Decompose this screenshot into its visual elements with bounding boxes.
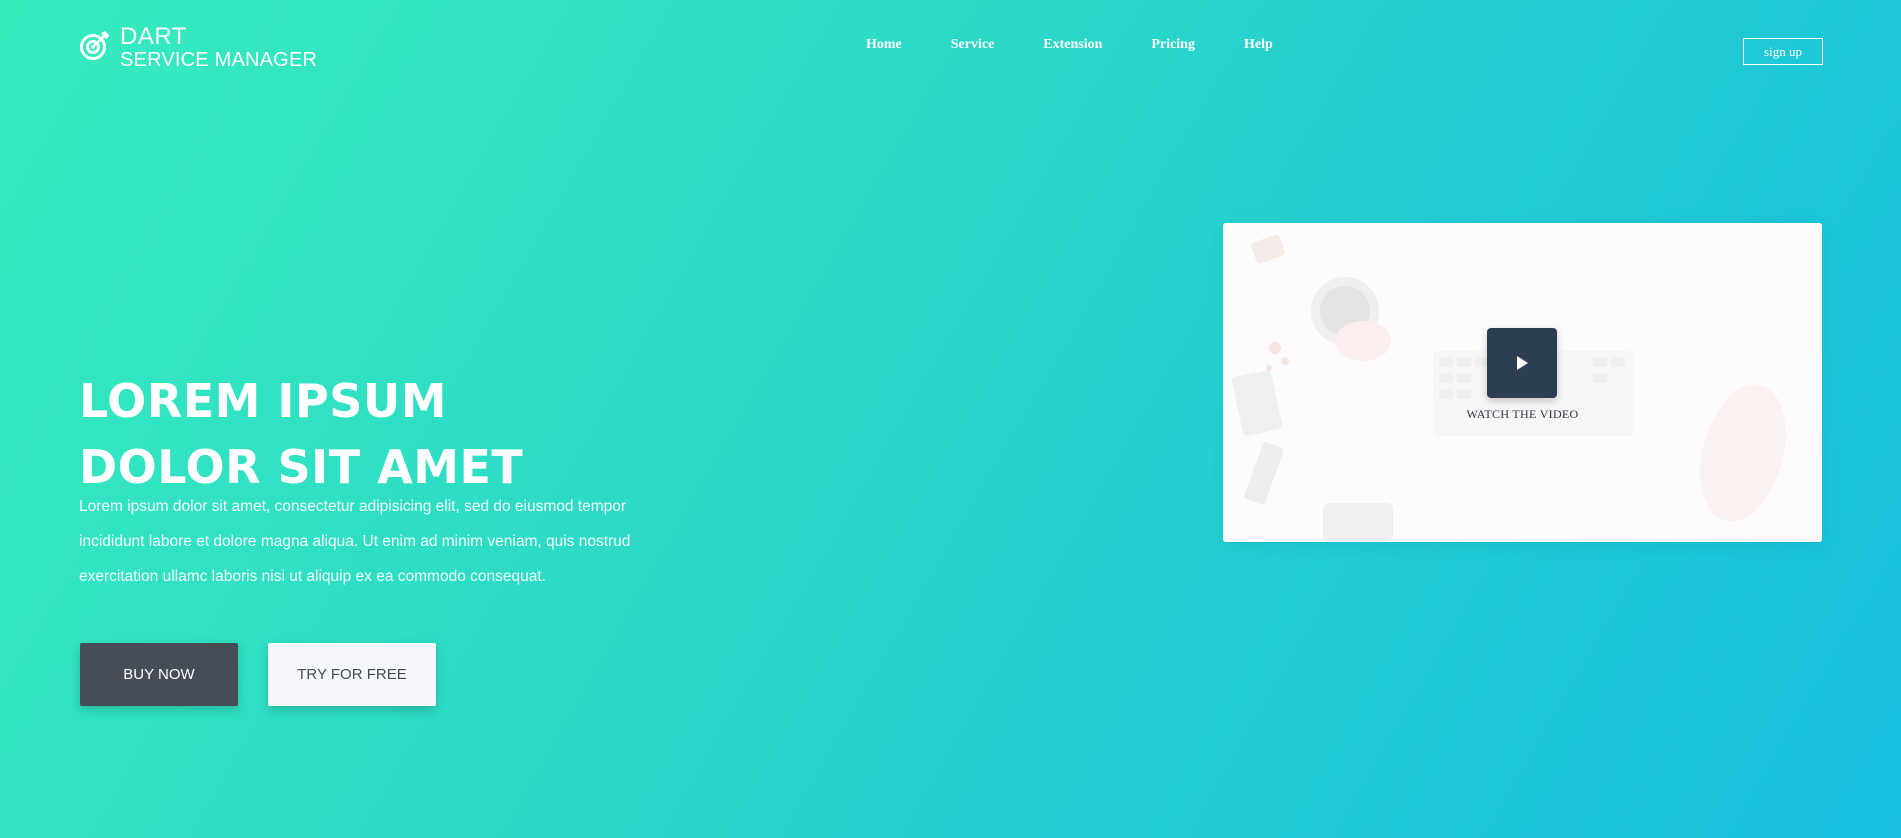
brand-text: DART SERVICE MANAGER — [120, 23, 318, 71]
nav-item-extension[interactable]: Extension — [1043, 37, 1102, 53]
try-for-free-button[interactable]: TRY FOR FREE — [268, 643, 436, 706]
nav-item-service[interactable]: Service — [951, 37, 995, 53]
watch-video-label: WATCH THE VIDEO — [1466, 407, 1579, 421]
buy-now-button[interactable]: BUY NOW — [80, 643, 238, 706]
brand-logo[interactable]: DART SERVICE MANAGER — [79, 25, 317, 70]
play-video-button[interactable] — [1487, 328, 1557, 398]
nav-item-help[interactable]: Help — [1244, 37, 1273, 53]
main-nav: Home Service Extension Pricing Help — [866, 37, 1322, 53]
nav-item-pricing[interactable]: Pricing — [1151, 37, 1195, 53]
header: DART SERVICE MANAGER Home Service Extens… — [0, 0, 1901, 100]
nav-item-home[interactable]: Home — [866, 37, 902, 53]
signup-button[interactable]: sign up — [1743, 38, 1823, 65]
brand-subtitle: SERVICE MANAGER — [120, 49, 318, 71]
target-icon — [80, 31, 109, 60]
play-icon — [1517, 356, 1528, 370]
hero-title: LOREM IPSUM DOLOR SIT AMET — [79, 368, 523, 500]
hero-title-line-1: LOREM IPSUM — [79, 374, 447, 428]
video-card[interactable]: WATCH THE VIDEO — [1223, 223, 1822, 542]
hero-description: Lorem ipsum dolor sit amet, consectetur … — [79, 498, 631, 585]
brand-name: DART — [120, 23, 187, 50]
